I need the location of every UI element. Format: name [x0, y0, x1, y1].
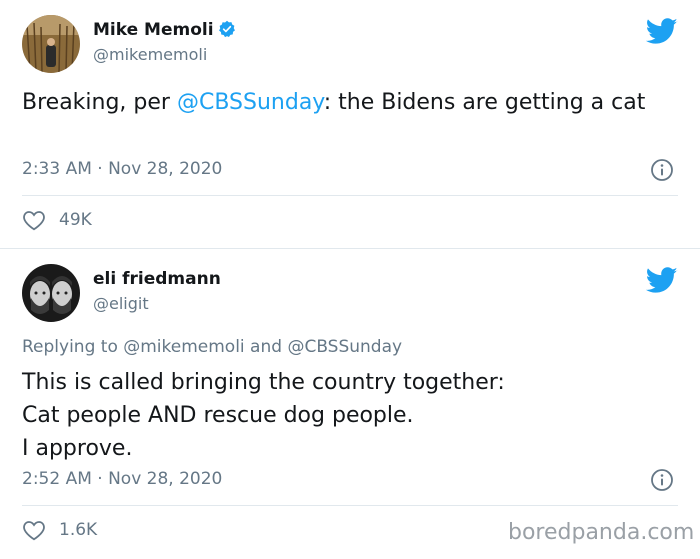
author-handle[interactable]: @mikememoli: [93, 45, 207, 64]
twitter-bird-icon[interactable]: [646, 267, 678, 294]
avatar[interactable]: [22, 264, 80, 322]
like-button[interactable]: 1.6K: [22, 518, 97, 542]
author-name[interactable]: Mike Memoli: [93, 20, 236, 40]
author-handle[interactable]: @eligit: [93, 294, 149, 313]
like-count: 1.6K: [59, 520, 98, 540]
tweet-text: Breaking, per @CBSSunday: the Bidens are…: [22, 90, 646, 115]
info-icon[interactable]: [650, 468, 674, 492]
heart-icon: [23, 521, 45, 541]
tweet-timestamp[interactable]: 2:33 AM · Nov 28, 2020: [22, 159, 222, 179]
watermark: boredpanda.com: [508, 520, 695, 545]
author-name[interactable]: eli friedmann: [93, 269, 221, 289]
tweet-text: This is called bringing the country toge…: [22, 366, 682, 465]
verified-badge-icon: [218, 20, 235, 38]
replying-to[interactable]: Replying to @mikememoli and @CBSSunday: [22, 337, 402, 357]
tweet-card: Mike Memoli @mikememoli Breaking, per @C…: [0, 0, 700, 249]
info-icon[interactable]: [650, 158, 674, 182]
mention-link[interactable]: @CBSSunday: [177, 90, 324, 115]
tweet-text-line: I approve.: [22, 436, 133, 461]
divider: [22, 505, 678, 506]
heart-icon: [23, 211, 45, 231]
tweet-text-line: This is called bringing the country toge…: [22, 370, 505, 395]
like-button[interactable]: 49K: [22, 208, 92, 232]
tweet-text-line: Cat people AND rescue dog people.: [22, 403, 414, 428]
tweet-card: eli friedmann @eligit Replying to @mikem…: [0, 249, 700, 559]
like-count: 49K: [59, 210, 92, 230]
divider: [22, 195, 678, 196]
avatar[interactable]: [22, 15, 80, 73]
twitter-bird-icon[interactable]: [646, 18, 678, 45]
tweet-timestamp[interactable]: 2:52 AM · Nov 28, 2020: [22, 469, 222, 489]
